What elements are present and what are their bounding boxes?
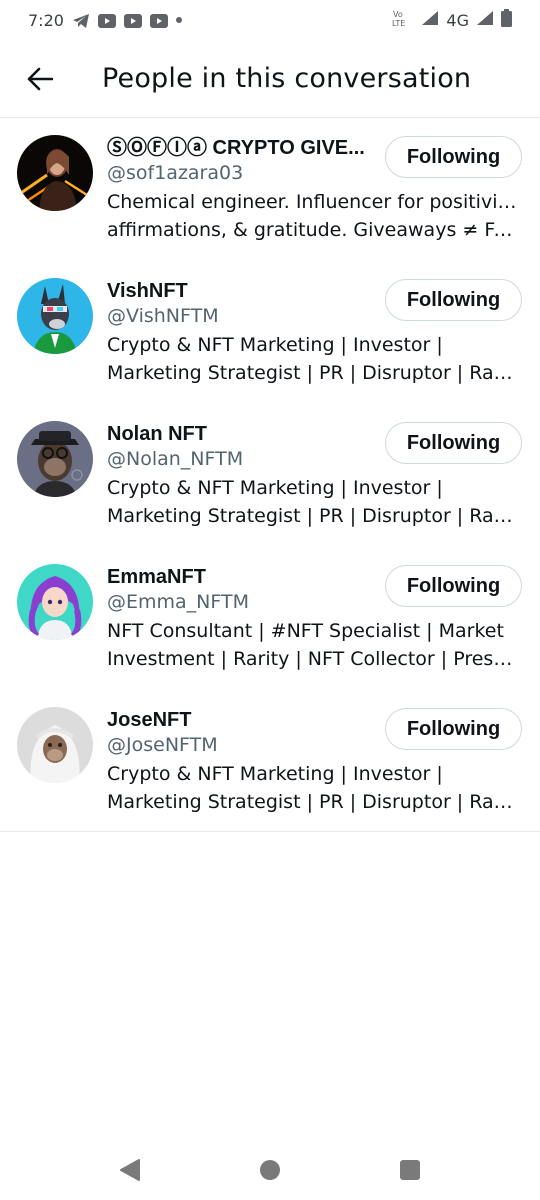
display-name[interactable]: EmmaNFT: [107, 565, 372, 589]
nav-recents-button[interactable]: [390, 1150, 430, 1190]
bio-line: Chemical engineer. Influencer for positi…: [107, 191, 520, 213]
following-button[interactable]: Following: [385, 422, 522, 464]
svg-text:LTE: LTE: [392, 19, 405, 27]
user-bio: Crypto & NFT Marketing | Investor | Mark…: [107, 760, 520, 816]
user-list: ⓈⓄⒻⒾⓐ CRYPTO GIVE... @sof1azara03 Chemic…: [0, 118, 540, 832]
bio-line: affirmations, & gratitude. Giveaways ≠ F…: [107, 219, 520, 241]
display-name[interactable]: ⓈⓄⒻⒾⓐ CRYPTO GIVE...: [107, 136, 372, 160]
following-button[interactable]: Following: [385, 565, 522, 607]
network-type: 4G: [446, 10, 469, 30]
user-row[interactable]: ⓈⓄⒻⒾⓐ CRYPTO GIVE... @sof1azara03 Chemic…: [0, 118, 540, 261]
svg-text:Vo: Vo: [393, 10, 403, 19]
bio-line: Investment | Rarity | NFT Collector | Pr…: [107, 648, 520, 670]
bio-line: Crypto & NFT Marketing | Investor |: [107, 334, 443, 356]
bio-line: Marketing Strategist | PR | Disruptor | …: [107, 505, 520, 527]
youtube-icon: [123, 13, 142, 28]
bio-line: Marketing Strategist | PR | Disruptor | …: [107, 362, 520, 384]
avatar[interactable]: [17, 135, 93, 211]
bio-line: Marketing Strategist | PR | Disruptor | …: [107, 791, 520, 813]
triangle-back-icon: [120, 1159, 140, 1181]
bio-line: Crypto & NFT Marketing | Investor |: [107, 477, 443, 499]
user-row[interactable]: VishNFT @VishNFTM Crypto & NFT Marketing…: [0, 261, 540, 404]
user-bio: Crypto & NFT Marketing | Investor | Mark…: [107, 474, 520, 530]
signal-icon: [477, 10, 493, 30]
youtube-icon: [97, 13, 116, 28]
status-right: Vo LTE 4G: [392, 8, 512, 32]
nav-back-button[interactable]: [110, 1150, 150, 1190]
avatar[interactable]: [17, 278, 93, 354]
status-time: 7:20: [28, 10, 64, 30]
status-left: 7:20: [28, 11, 182, 30]
display-name[interactable]: JoseNFT: [107, 708, 372, 732]
user-row[interactable]: Nolan NFT @Nolan_NFTM Crypto & NFT Marke…: [0, 404, 540, 547]
bio-line: NFT Consultant | #NFT Specialist | Marke…: [107, 620, 504, 642]
avatar[interactable]: [17, 421, 93, 497]
battery-icon: [501, 8, 512, 32]
system-nav-bar: [0, 1140, 540, 1200]
avatar[interactable]: [17, 564, 93, 640]
following-button[interactable]: Following: [385, 279, 522, 321]
bio-line: Crypto & NFT Marketing | Investor |: [107, 763, 443, 785]
volte-icon: Vo LTE: [392, 9, 414, 32]
display-name[interactable]: VishNFT: [107, 279, 372, 303]
display-name[interactable]: Nolan NFT: [107, 422, 372, 446]
square-recents-icon: [400, 1160, 420, 1180]
avatar[interactable]: [17, 707, 93, 783]
user-row[interactable]: JoseNFT @JoseNFTM Crypto & NFT Marketing…: [0, 690, 540, 832]
following-button[interactable]: Following: [385, 708, 522, 750]
dot-icon: [175, 17, 182, 23]
user-bio: NFT Consultant | #NFT Specialist | Marke…: [107, 617, 520, 673]
youtube-icon: [149, 13, 168, 28]
status-bar: 7:20 Vo LTE 4G: [0, 0, 540, 40]
page-title: People in this conversation: [102, 63, 472, 94]
back-button[interactable]: [20, 59, 60, 99]
user-bio: Crypto & NFT Marketing | Investor | Mark…: [107, 331, 520, 387]
header: People in this conversation: [0, 40, 540, 118]
nav-home-button[interactable]: [250, 1150, 290, 1190]
following-button[interactable]: Following: [385, 136, 522, 178]
arrow-left-icon: [27, 67, 53, 90]
user-bio: Chemical engineer. Influencer for positi…: [107, 188, 520, 244]
signal-icon: [422, 10, 439, 30]
telegram-icon: [72, 13, 90, 28]
user-row[interactable]: EmmaNFT @Emma_NFTM NFT Consultant | #NFT…: [0, 547, 540, 690]
circle-home-icon: [260, 1160, 280, 1180]
